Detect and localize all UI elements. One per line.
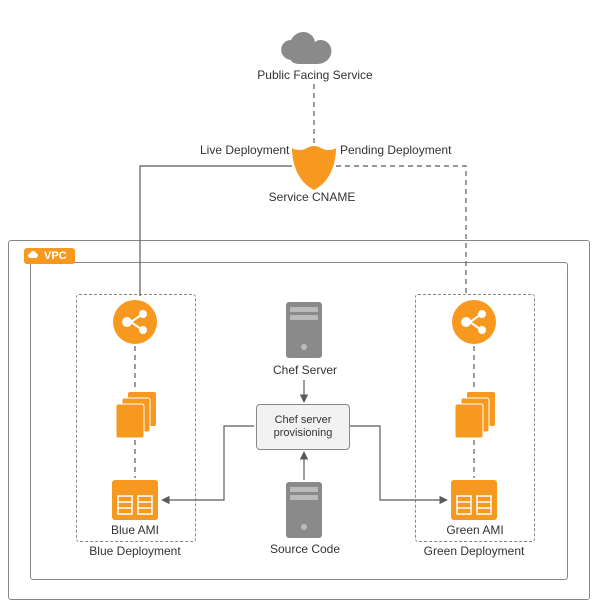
chef-provisioning-label: Chef server provisioning bbox=[257, 414, 349, 440]
vpc-badge-label: VPC bbox=[44, 250, 67, 262]
cloud-icon bbox=[281, 32, 331, 64]
chef-provisioning-box: Chef server provisioning bbox=[256, 404, 350, 450]
blue-deployment-label: Blue Deployment bbox=[76, 544, 194, 558]
blue-deployment-group bbox=[76, 294, 196, 542]
pending-deployment-edge-label: Pending Deployment bbox=[340, 143, 451, 157]
source-code-label: Source Code bbox=[255, 542, 355, 556]
live-deployment-edge-label: Live Deployment bbox=[200, 143, 289, 157]
green-ami-label: Green AMI bbox=[430, 523, 520, 537]
blue-ami-label: Blue AMI bbox=[90, 523, 180, 537]
green-deployment-group bbox=[415, 294, 535, 542]
green-deployment-label: Green Deployment bbox=[415, 544, 533, 558]
shield-icon bbox=[292, 146, 336, 190]
public-facing-service-label: Public Facing Service bbox=[245, 68, 385, 82]
vpc-badge: VPC bbox=[24, 248, 75, 262]
service-cname-label: Service CNAME bbox=[262, 190, 362, 204]
chef-server-label: Chef Server bbox=[255, 363, 355, 377]
